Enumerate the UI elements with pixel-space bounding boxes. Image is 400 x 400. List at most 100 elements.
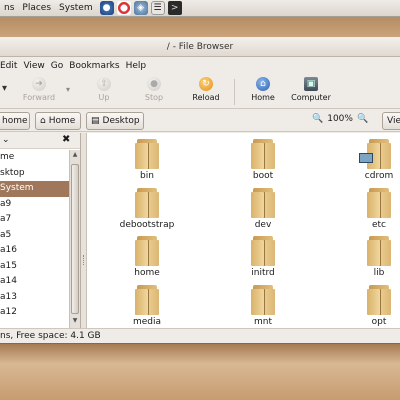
- up-arrow-icon: ⇧: [97, 77, 111, 91]
- zoom-control: 🔍 100% 🔍: [312, 114, 368, 124]
- back-dropdown-icon[interactable]: ▾: [2, 83, 7, 94]
- folder-icon: [135, 236, 159, 266]
- side-item-sda15[interactable]: a15: [0, 259, 69, 275]
- side-item-home[interactable]: me: [0, 150, 69, 166]
- reload-button[interactable]: ↻ Reload: [186, 77, 226, 107]
- folder-dev[interactable]: dev: [223, 188, 303, 230]
- folder-icon: [135, 285, 159, 315]
- computer-button[interactable]: ▣ Computer: [288, 77, 334, 107]
- side-item-desktop[interactable]: sktop: [0, 166, 69, 182]
- menubar: Edit View Go Bookmarks Help: [0, 58, 400, 74]
- reload-label: Reload: [192, 93, 220, 102]
- desktop-background-bottom: [0, 344, 400, 400]
- folder-icon: [367, 188, 391, 218]
- menu-bookmarks[interactable]: Bookmarks: [69, 61, 119, 71]
- status-bar: ns, Free space: 4.1 GB: [0, 328, 400, 344]
- side-pane: ⌄ ✖ me sktop System a9 a7 a5 a16 a15 a14…: [0, 133, 81, 328]
- folder-mnt[interactable]: mnt: [223, 285, 303, 327]
- folder-label: mnt: [254, 317, 272, 327]
- folder-lib[interactable]: lib: [339, 236, 400, 278]
- folder-icon: [251, 139, 275, 169]
- zoom-level: 100%: [327, 114, 353, 124]
- forward-button[interactable]: ➜ Forward: [18, 77, 60, 107]
- folder-label: debootstrap: [119, 220, 175, 230]
- close-icon[interactable]: ✖: [62, 134, 70, 145]
- folder-label: etc: [371, 220, 386, 230]
- forward-dropdown-icon[interactable]: ▾: [66, 85, 70, 94]
- breadcrumb-desktop[interactable]: ▤ Desktop: [86, 112, 144, 130]
- folder-label: boot: [252, 171, 274, 181]
- toolbar-separator: [234, 79, 235, 105]
- scroll-thumb[interactable]: [71, 164, 79, 314]
- home-button[interactable]: ⌂ Home: [244, 77, 282, 107]
- places-menu[interactable]: Places: [18, 3, 55, 13]
- side-item-sda12[interactable]: a12: [0, 305, 69, 321]
- side-item-sda14[interactable]: a14: [0, 274, 69, 290]
- side-item-sda13[interactable]: a13: [0, 290, 69, 306]
- browser-icon[interactable]: ●: [99, 1, 114, 15]
- folder-label: media: [132, 317, 162, 327]
- side-pane-scrollbar[interactable]: ▲ ▼: [69, 150, 80, 328]
- folder-label: lib: [373, 268, 385, 278]
- folder-opt[interactable]: opt: [339, 285, 400, 327]
- icon-view: bin boot cdrom debootstrap dev etc home: [86, 133, 400, 328]
- scroll-up-icon[interactable]: ▲: [71, 151, 79, 161]
- folder-media[interactable]: media: [107, 285, 187, 327]
- folder-label: initrd: [251, 268, 275, 278]
- desktop-icon: ▤: [91, 116, 100, 126]
- computer-label: Computer: [291, 93, 331, 102]
- menu-go[interactable]: Go: [51, 61, 63, 71]
- folder-cdrom[interactable]: cdrom: [339, 139, 400, 181]
- zoom-in-icon[interactable]: 🔍: [357, 114, 368, 124]
- applications-menu[interactable]: ns: [0, 3, 18, 13]
- folder-icon: [251, 188, 275, 218]
- folder-icon: [367, 236, 391, 266]
- scroll-down-icon[interactable]: ▼: [71, 317, 79, 327]
- folder-icon: [367, 285, 391, 315]
- computer-icon: ▣: [304, 77, 318, 91]
- help-icon[interactable]: [116, 1, 131, 15]
- side-item-sda16[interactable]: a16: [0, 243, 69, 259]
- network-icon[interactable]: ◈: [133, 1, 148, 15]
- up-button[interactable]: ⇧ Up: [86, 77, 122, 107]
- folder-etc[interactable]: etc: [339, 188, 400, 230]
- home-icon: ⌂: [256, 77, 270, 91]
- up-label: Up: [98, 93, 110, 102]
- view-as-button[interactable]: Vie: [382, 112, 400, 130]
- window-title[interactable]: / - File Browser: [0, 37, 400, 57]
- folder-bin[interactable]: bin: [107, 139, 187, 181]
- breadcrumb-home-label: Home: [48, 116, 76, 126]
- pane-resize-grip[interactable]: [83, 255, 84, 265]
- breadcrumb-home-dir-label: home: [2, 116, 28, 126]
- menu-edit[interactable]: Edit: [0, 61, 17, 71]
- chevron-down-icon[interactable]: ⌄: [2, 135, 10, 145]
- side-item-sda7[interactable]: a7: [0, 212, 69, 228]
- notes-icon[interactable]: ☰: [150, 1, 165, 15]
- breadcrumb-home-dir[interactable]: home: [0, 112, 30, 130]
- home-label: Home: [251, 93, 275, 102]
- menu-help[interactable]: Help: [126, 61, 147, 71]
- toolbar: ▾ ➜ Forward ▾ ⇧ Up ● Stop ↻ Reload ⌂ Hom…: [0, 75, 400, 109]
- system-menu[interactable]: System: [55, 3, 97, 13]
- folder-icon: [251, 285, 275, 315]
- breadcrumb-home[interactable]: ⌂ Home: [35, 112, 81, 130]
- folder-label: bin: [140, 171, 154, 181]
- folder-boot[interactable]: boot: [223, 139, 303, 181]
- folder-home[interactable]: home: [107, 236, 187, 278]
- terminal-icon[interactable]: >: [167, 1, 182, 15]
- home-folder-icon: ⌂: [40, 116, 46, 126]
- folder-debootstrap[interactable]: debootstrap: [107, 188, 187, 230]
- stop-button[interactable]: ● Stop: [136, 77, 172, 107]
- menu-view[interactable]: View: [23, 61, 44, 71]
- folder-initrd[interactable]: initrd: [223, 236, 303, 278]
- folder-icon: [359, 139, 391, 169]
- breadcrumb-desktop-label: Desktop: [102, 116, 140, 126]
- side-item-sda5[interactable]: a5: [0, 228, 69, 244]
- stop-label: Stop: [144, 93, 164, 102]
- folder-icon: [135, 139, 159, 169]
- zoom-out-icon[interactable]: 🔍: [312, 114, 323, 124]
- folder-label: home: [134, 268, 160, 278]
- desktop-background: [0, 17, 400, 37]
- side-item-filesystem[interactable]: System: [0, 181, 69, 197]
- side-item-sda9[interactable]: a9: [0, 197, 69, 213]
